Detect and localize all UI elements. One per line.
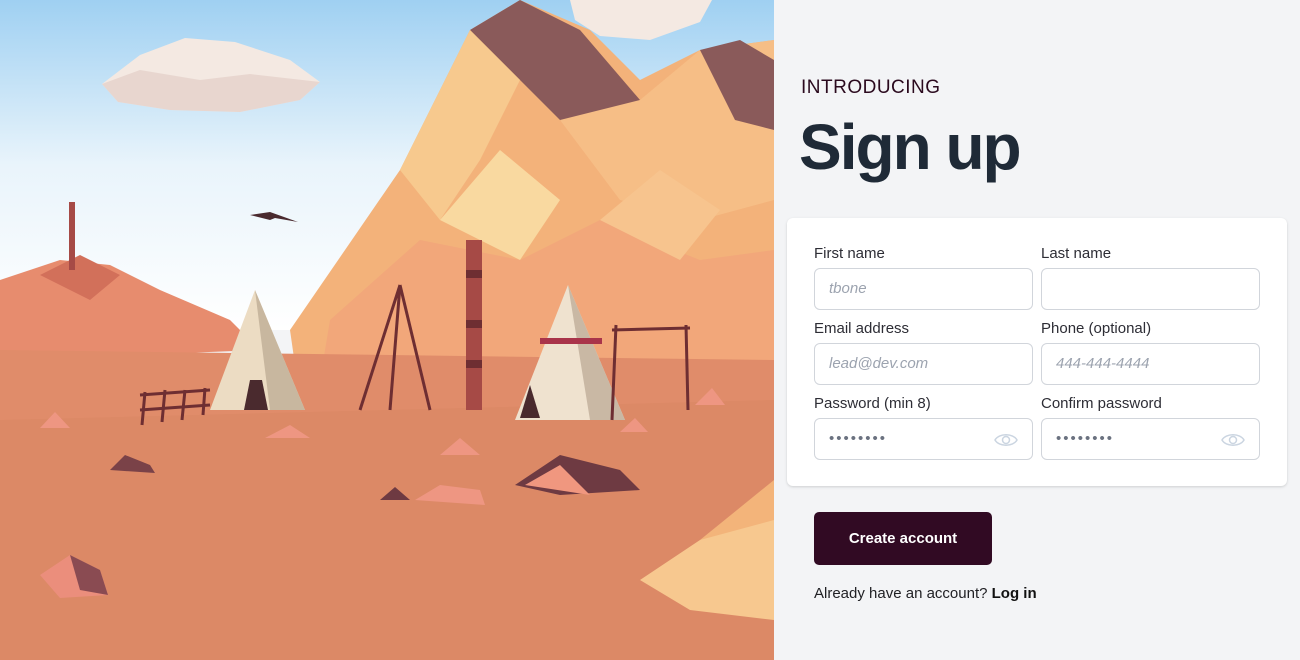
password-masked-value: •••••••• [829,430,888,447]
first-name-placeholder: tbone [829,280,867,297]
password-group: Password (min 8) •••••••• [814,395,1033,460]
signup-form-card: First name tbone Last name Email address… [787,218,1287,486]
confirm-password-label: Confirm password [1041,395,1162,412]
phone-input[interactable]: 444-444-4444 [1041,343,1260,385]
last-name-input[interactable] [1041,268,1260,310]
create-account-button[interactable]: Create account [814,512,992,565]
phone-label: Phone (optional) [1041,320,1152,337]
email-placeholder: lead@dev.com [829,355,929,372]
password-label: Password (min 8) [814,395,931,412]
hero-illustration [0,0,774,660]
login-prompt: Already have an account? Log in [814,585,1037,602]
last-name-label: Last name [1041,245,1112,262]
signup-panel: INTRODUCING Sign up First name tbone Las… [774,0,1300,660]
email-group: Email address lead@dev.com [814,320,1033,385]
phone-group: Phone (optional) 444-444-4444 [1041,320,1260,385]
first-name-label: First name [814,245,885,262]
page-title: Sign up [799,111,1022,183]
confirm-password-group: Confirm password •••••••• [1041,395,1260,460]
eyebrow-text: INTRODUCING [801,77,941,98]
last-name-group: Last name [1041,245,1260,310]
eye-icon[interactable] [994,431,1018,449]
confirm-password-masked-value: •••••••• [1056,430,1115,447]
login-link[interactable]: Log in [992,585,1037,602]
email-label: Email address [814,320,910,337]
first-name-input[interactable]: tbone [814,268,1033,310]
eye-icon[interactable] [1221,431,1245,449]
first-name-group: First name tbone [814,245,1033,310]
phone-placeholder: 444-444-4444 [1056,355,1150,372]
login-prompt-text: Already have an account? [814,585,988,602]
password-input[interactable]: •••••••• [814,418,1033,460]
confirm-password-input[interactable]: •••••••• [1041,418,1260,460]
email-input[interactable]: lead@dev.com [814,343,1033,385]
